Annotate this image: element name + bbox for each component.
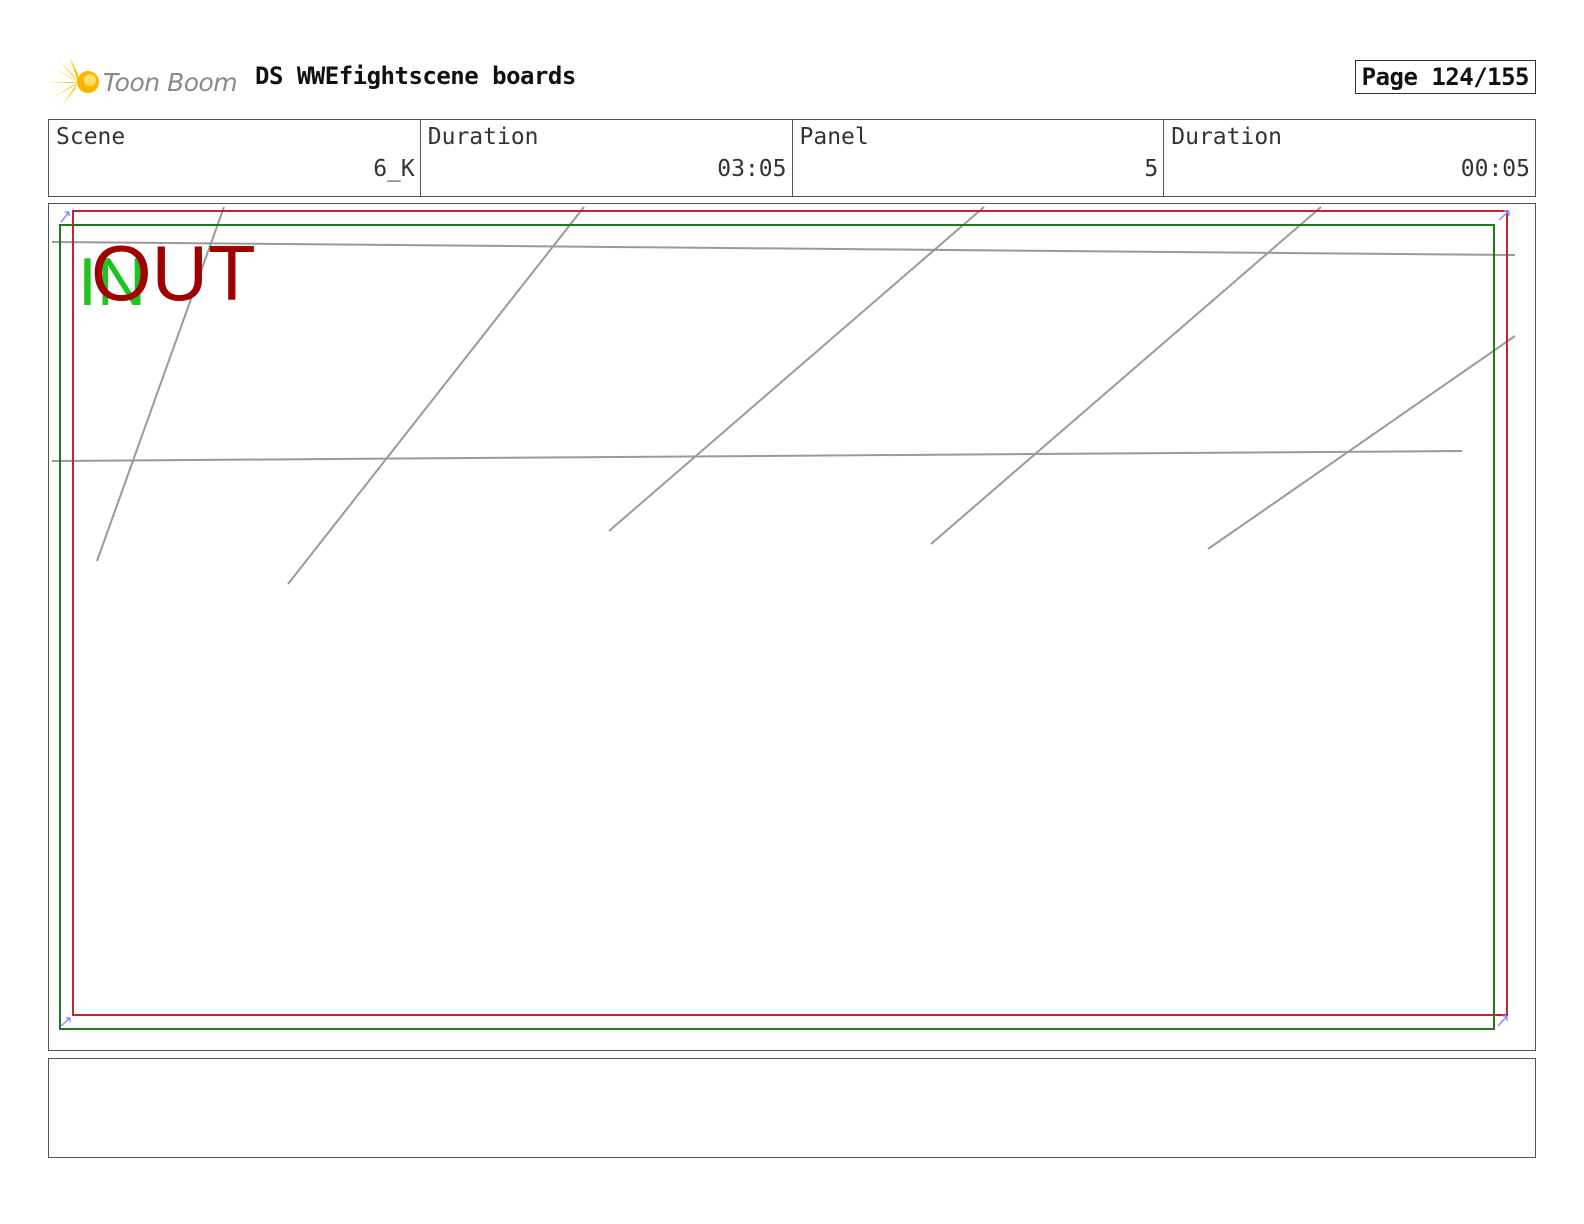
document-title: DS WWEfightscene boards xyxy=(255,62,576,90)
sketch-line xyxy=(51,450,1463,462)
scene-duration-label: Duration xyxy=(427,124,539,150)
corner-markers xyxy=(60,210,1510,1027)
page-header: Toon Boom DS WWEfightscene boards Page 1… xyxy=(48,52,1536,108)
scene-value: 6_K xyxy=(373,156,415,182)
scene-label: Scene xyxy=(56,124,126,150)
panel-value: 5 xyxy=(1144,156,1159,182)
action-safe-frame xyxy=(59,224,1495,1030)
panel-cell: Panel 5 xyxy=(793,120,1165,196)
page-number: Page 124/155 xyxy=(1354,60,1536,94)
scene-duration-cell: Duration 03:05 xyxy=(421,120,793,196)
logo-text: Toon Boom xyxy=(103,68,238,97)
corner-arrow-icon xyxy=(60,1017,71,1027)
title-safe-frame xyxy=(72,210,1508,1016)
panel-notes-area[interactable] xyxy=(48,1058,1536,1158)
scene-duration-value: 03:05 xyxy=(717,156,787,182)
sketch-lines xyxy=(51,206,1516,585)
panel-duration-cell: Duration 00:05 xyxy=(1164,120,1535,196)
panel-duration-label: Duration xyxy=(1171,124,1283,150)
sketch-line xyxy=(287,206,585,585)
panel-label: Panel xyxy=(799,124,869,150)
toon-boom-logo: Toon Boom xyxy=(48,56,248,108)
storyboard-panel[interactable]: IN OUT xyxy=(48,203,1536,1051)
panel-drawing xyxy=(51,206,1516,1030)
starburst-icon xyxy=(48,58,99,106)
sketch-line xyxy=(51,241,1516,256)
sketch-line xyxy=(930,206,1322,545)
corner-arrow-icon xyxy=(1497,1015,1508,1027)
sketch-line xyxy=(608,206,985,532)
corner-arrow-icon xyxy=(60,211,70,223)
sketch-line xyxy=(1207,335,1516,550)
out-transition-label: OUT xyxy=(91,229,256,317)
scene-info-row: Scene 6_K Duration 03:05 Panel 5 Duratio… xyxy=(48,119,1536,197)
scene-cell: Scene 6_K xyxy=(49,120,421,196)
panel-duration-value: 00:05 xyxy=(1460,156,1530,182)
